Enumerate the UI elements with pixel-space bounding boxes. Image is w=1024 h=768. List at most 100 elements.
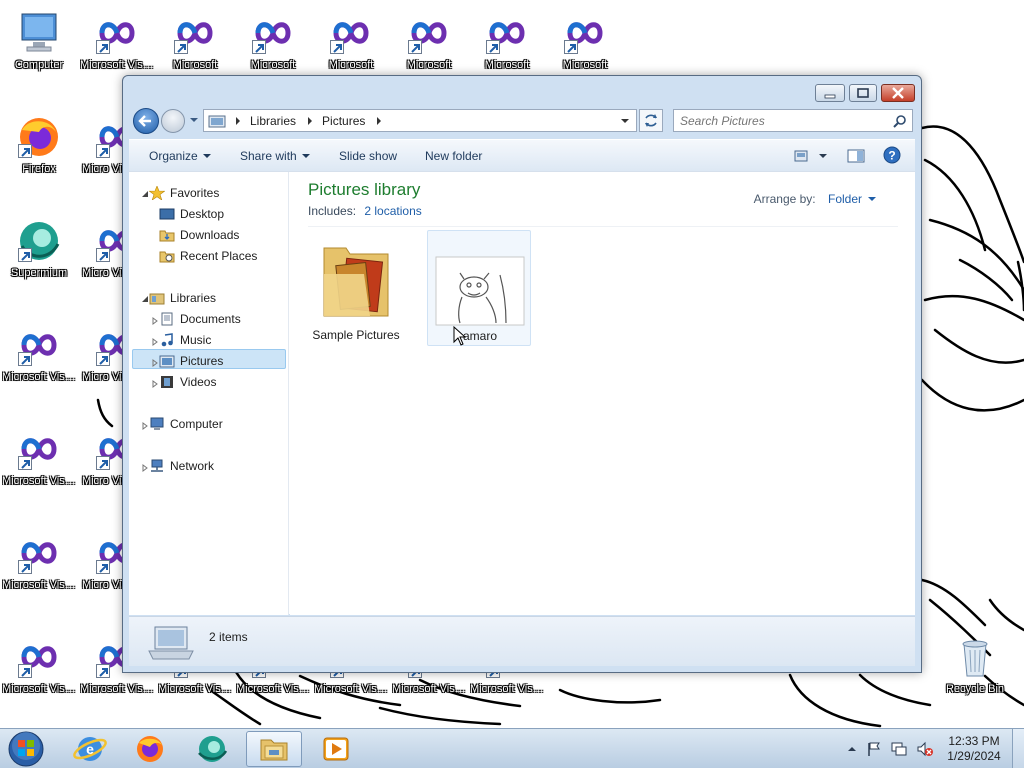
new-folder-button[interactable]: New folder [425,149,482,163]
library-title: Pictures library [308,180,421,199]
desktop-icon-firefox[interactable]: Firefox [2,114,76,177]
shortcut-arrow-icon [18,456,32,470]
expand-arrow-icon[interactable] [141,190,149,198]
shortcut-arrow-icon [174,40,188,54]
desktop-icon-vs[interactable]: Microsoft Visual Stud... [2,426,76,489]
share-with-menu[interactable]: Share with [240,149,310,163]
volume-muted-icon[interactable] [916,741,934,757]
expand-arrow-icon[interactable] [141,295,149,303]
computer-icon [150,417,164,430]
shortcut-arrow-icon [18,664,32,678]
collapse-arrow-icon[interactable] [151,380,159,388]
breadcrumb-separator-icon [236,116,240,125]
forward-button[interactable] [161,109,185,133]
collapse-arrow-icon[interactable] [151,317,159,325]
taskbar-windows-explorer[interactable] [246,731,302,767]
desktop-icon-label: Microsoft Visual S [80,59,154,71]
close-button[interactable] [881,84,915,102]
desktop-icon-vs[interactable]: Microsoft [548,10,622,73]
collapse-arrow-icon[interactable] [151,359,159,367]
desktop-icon-vs[interactable]: Microsoft [392,10,466,73]
desktop-icon-vs[interactable]: Microsoft Visual Stud... [2,322,76,385]
desktop-icon-computer[interactable]: Computer [2,10,76,73]
desktop-icon-label: Microsoft [328,59,374,71]
history-dropdown-icon[interactable] [189,115,199,125]
taskbar-firefox[interactable] [122,731,178,767]
pictures-icon [159,355,175,368]
desktop-icon-label: Microsoft [562,59,608,71]
address-bar[interactable]: Libraries Pictures [203,109,637,132]
slide-show-button[interactable]: Slide show [339,149,397,163]
chevron-down-icon [868,197,876,201]
taskbar-media-player[interactable] [308,731,364,767]
desktop-icon-label: Microsoft Visual Stud... [2,579,76,591]
taskbar-supermium[interactable] [184,731,240,767]
start-button[interactable] [4,729,48,768]
arrange-by-dropdown[interactable]: Folder [828,192,877,206]
shortcut-arrow-icon [96,144,110,158]
action-center-flag-icon[interactable] [866,741,882,757]
search-box[interactable] [673,109,913,132]
shortcut-arrow-icon [96,456,110,470]
search-icon[interactable] [893,114,907,128]
show-hidden-icons-icon[interactable] [846,744,858,754]
desktop-icon-vs[interactable]: Microsoft Visual S [80,10,154,73]
help-button[interactable]: ? [883,146,901,164]
breadcrumb-separator-icon[interactable] [373,116,385,126]
computer-icon [16,10,62,56]
shortcut-arrow-icon [252,40,266,54]
file-list-pane[interactable]: Pictures library Includes: 2 locations A… [290,172,915,615]
shortcut-arrow-icon [18,144,32,158]
preview-pane-button[interactable] [847,148,865,164]
windows-logo-icon [8,731,44,767]
item-sample-pictures[interactable]: Sample Pictures [304,230,408,346]
shortcut-arrow-icon [564,40,578,54]
item-image-file[interactable]: amaro [427,230,531,346]
network-status-icon[interactable] [890,741,908,757]
refresh-icon [645,114,657,127]
desktop-icon-label: Microsoft Visual Stud... [236,683,310,695]
recycle-icon [952,634,998,680]
maximize-button[interactable] [849,84,877,102]
breadcrumb-pictures[interactable]: Pictures [322,114,365,128]
desktop-icon-label: Microsoft Visual Stud... [2,683,76,695]
desktop-icon-vs[interactable]: Microsoft [236,10,310,73]
system-clock[interactable]: 12:33 PM 1/29/2024 [942,734,1006,764]
vs-icon [16,530,62,576]
videos-icon [161,376,173,388]
desktop-icon-vs[interactable]: Microsoft Visual Stud... [2,634,76,697]
collapse-arrow-icon[interactable] [141,464,149,472]
help-icon: ? [883,146,901,164]
address-dropdown-icon[interactable] [620,116,630,126]
downloads-folder-icon [159,230,175,242]
breadcrumb-separator-icon[interactable] [304,116,316,126]
desktop-icon-vs[interactable]: Microsoft [314,10,388,73]
refresh-button[interactable] [639,109,663,132]
desktop-icon-supermium[interactable]: Supermium [2,218,76,281]
collapse-arrow-icon[interactable] [151,338,159,346]
search-input[interactable] [680,113,880,129]
taskbar-internet-explorer[interactable]: e [62,731,118,767]
navigation-pane[interactable]: Favorites Desktop Downloads Recent Place… [129,172,289,615]
desktop-icon-vs[interactable]: Microsoft [470,10,544,73]
pictures-library-icon [208,115,226,127]
desktop-icon-recycle[interactable]: Recycle Bin [938,634,1012,697]
collapse-arrow-icon[interactable] [141,422,149,430]
desktop-icon-vs[interactable]: Microsoft [158,10,232,73]
show-desktop-button[interactable] [1012,729,1024,768]
svg-text:?: ? [888,149,895,163]
organize-menu[interactable]: Organize [149,149,211,163]
minimize-button[interactable] [815,84,845,102]
desktop-icon-label: Microsoft Visual Stud... [2,475,76,487]
title-bar[interactable] [123,76,921,106]
change-view-button[interactable] [793,148,829,164]
back-button[interactable] [133,108,159,134]
clock-time: 12:33 PM [948,734,1000,748]
image-thumbnail [435,256,525,326]
recent-places-icon [159,251,175,263]
clock-date: 1/29/2024 [947,749,1001,763]
breadcrumb-libraries[interactable]: Libraries [250,114,296,128]
locations-link[interactable]: 2 locations [364,204,421,218]
vs-icon [406,10,452,56]
desktop-icon-vs[interactable]: Microsoft Visual Stud... [2,530,76,593]
